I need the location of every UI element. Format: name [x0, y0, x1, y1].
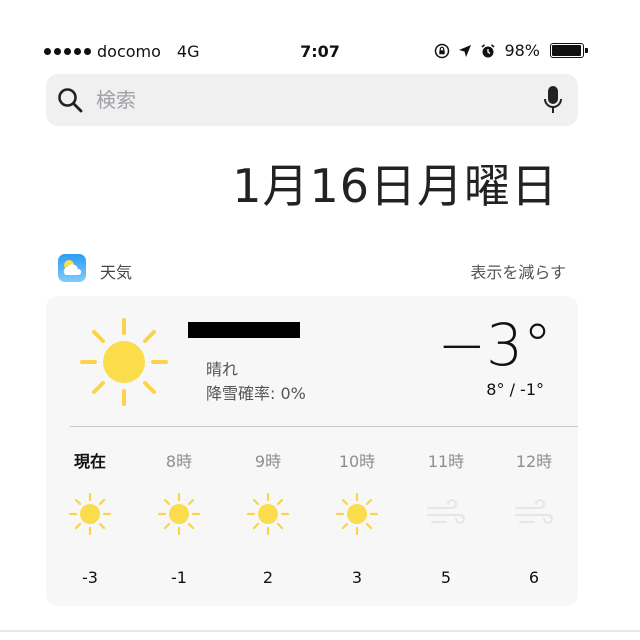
sun-icon: [68, 492, 112, 536]
hourly-item: 9時 2: [228, 426, 308, 606]
hour-label: 8時: [165, 452, 193, 471]
microphone-icon[interactable]: [542, 84, 564, 116]
status-bar: docomo 4G 7:07 98%: [0, 36, 640, 68]
hourly-item: 現在 -3: [50, 426, 130, 606]
hourly-forecast: 現在 -3 8時 -1 9時 2 10時 3 11時 5 12時 6: [46, 426, 578, 606]
weather-widget-header: 天気 表示を減らす: [46, 250, 578, 290]
sun-cloud-icon: [63, 260, 82, 275]
hourly-item: 12時 6: [494, 426, 574, 606]
bottom-divider: [0, 630, 640, 632]
hourly-item: 10時 3: [317, 426, 397, 606]
hour-temperature: 6: [528, 568, 540, 587]
hour-label: 9時: [254, 452, 282, 471]
wind-icon: [512, 492, 556, 536]
widget-app-name: 天気: [100, 263, 133, 282]
snow-probability: 降雪確率: 0%: [206, 384, 306, 403]
hourly-item: 8時 -1: [139, 426, 219, 606]
hour-temperature: 2: [262, 568, 274, 587]
hourly-item: 11時 5: [406, 426, 486, 606]
hour-temperature: 3: [351, 568, 363, 587]
sun-icon: [80, 318, 168, 406]
location-arrow-icon: [459, 44, 472, 57]
weather-app-icon: [58, 254, 86, 282]
sun-icon: [157, 492, 201, 536]
current-temperature: −3°: [437, 311, 553, 379]
hour-label: 11時: [427, 452, 465, 471]
hour-temperature: -1: [171, 568, 187, 587]
hour-temperature: -3: [82, 568, 98, 587]
weather-condition: 晴れ: [206, 360, 239, 379]
show-less-button[interactable]: 表示を減らす: [470, 259, 566, 283]
battery-icon: [550, 43, 588, 58]
battery-percent: 98%: [504, 41, 540, 60]
status-right: 98%: [434, 41, 588, 60]
weather-widget[interactable]: 晴れ 降雪確率: 0% −3° 8° / -1° 現在 -3 8時 -1 9時 …: [46, 296, 578, 606]
date-heading: 1月16日月曜日: [232, 159, 558, 213]
wind-icon: [424, 492, 468, 536]
orientation-lock-icon: [435, 43, 450, 58]
search-input[interactable]: [96, 86, 516, 114]
search-icon: [58, 88, 83, 113]
alarm-icon: [481, 43, 495, 57]
redacted-location: [188, 322, 300, 338]
hour-label: 10時: [338, 452, 376, 471]
hour-label: 現在: [73, 452, 106, 471]
battery-fill: [552, 45, 582, 56]
hour-label: 12時: [515, 452, 553, 471]
sun-icon: [335, 492, 379, 536]
temperature-range: 8° / -1°: [486, 380, 544, 399]
search-bar[interactable]: [46, 74, 578, 126]
sun-icon: [246, 492, 290, 536]
hour-temperature: 5: [440, 568, 452, 587]
